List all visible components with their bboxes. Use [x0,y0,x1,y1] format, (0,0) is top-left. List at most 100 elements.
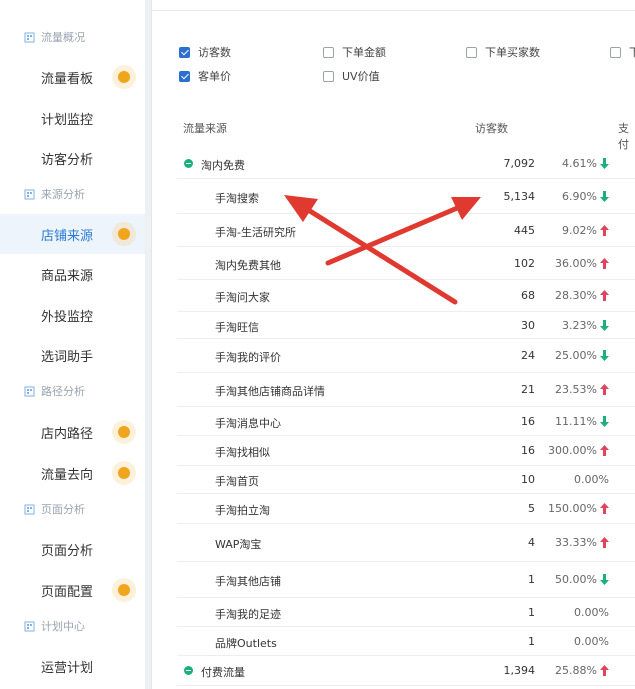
table-row[interactable]: 手淘我的评价 24 25.00% [177,339,635,373]
metric-checkbox-buyers[interactable]: 下单买家数 [466,44,540,60]
visitor-count: 102 [514,257,535,270]
building-icon [24,504,35,515]
visitor-count: 1 [528,606,535,619]
table-group-row[interactable]: 淘内免费 7,092 4.61% [177,149,635,179]
table-row[interactable]: 淘内免费其他 102 36.00% [177,247,635,280]
source-name: 品牌Outlets [215,637,277,650]
trend-up-icon [600,225,609,236]
sidebar-item-page-config[interactable]: 页面配置 [0,570,145,610]
checkbox-label: 下单买家数 [485,46,540,59]
source-name: 淘内免费其他 [215,259,281,272]
table-row[interactable]: 手淘旺信 30 3.23% [177,312,635,339]
checkbox-unchecked[interactable] [323,46,334,58]
visitor-count: 16 [521,444,535,457]
sidebar-section-label: 计划中心 [41,620,85,633]
table-group-row[interactable]: 付费流量 1,394 25.88% [177,656,635,686]
table-row[interactable]: 手淘其他店铺商品详情 21 23.53% [177,373,635,407]
table-row[interactable]: 手淘消息中心 16 11.11% [177,407,635,436]
table-row[interactable]: 品牌Outlets 1 0.00% [177,627,635,656]
trend-up-icon [600,384,609,395]
table-row[interactable]: 手淘-生活研究所 445 9.02% [177,214,635,247]
sidebar-item-traffic-board[interactable]: 流量看板 [0,57,145,97]
sidebar-item-label: 商品来源 [41,268,94,284]
visitor-count: 30 [521,319,535,332]
visitor-count: 445 [514,224,535,237]
table-row[interactable]: 手淘拍立淘 5 150.00% [177,494,635,524]
checkbox-unchecked[interactable] [466,46,477,58]
change-percent: 150.00% [548,502,597,515]
sidebar-item-keyword-helper[interactable]: 选词助手 [0,335,145,375]
trend-up-icon [600,290,609,301]
change-percent: 28.30% [555,289,597,302]
building-icon [24,32,35,43]
change-percent: 0.00% [574,473,609,486]
checkbox-unchecked[interactable] [323,70,334,82]
sidebar-item-label: 店内路径 [41,426,94,442]
checkbox-label: 下单金额 [342,46,386,59]
visitor-count: 16 [521,415,535,428]
checkbox-checked[interactable] [179,70,190,82]
change-percent: 33.33% [555,536,597,549]
metric-checkbox-uv-value[interactable]: UV价值 [323,68,380,84]
sidebar-item-operation-plan[interactable]: 运营计划 [0,646,145,686]
change-percent: 4.61% [562,157,597,170]
column-header-source[interactable]: 流量来源 [183,120,227,136]
checkbox-unchecked[interactable] [610,46,621,58]
sidebar-item-product-source[interactable]: 商品来源 [0,254,145,294]
sidebar-item-label: 页面分析 [41,543,94,559]
source-name: 手淘拍立淘 [215,504,270,517]
metric-checkbox-order-amount[interactable]: 下单金额 [323,44,386,60]
table-row[interactable]: 手淘搜索 5,134 6.90% [177,179,635,214]
sidebar-section-label: 来源分析 [41,188,85,201]
sidebar: 流量概况 来源分析 路径分析 页面分析 计划中心 流量看板 计划监控 访客分析 … [0,0,145,689]
trend-down-icon [600,191,609,202]
sidebar-item-shop-path[interactable]: 店内路径 [0,412,145,452]
metric-checkbox-visitors[interactable]: 访客数 [179,44,231,60]
sidebar-item-label: 计划监控 [41,112,94,128]
source-name: 付费流量 [201,666,245,679]
table-row[interactable]: WAP淘宝 4 33.33% [177,524,635,562]
column-header-visitors[interactable]: 访客数 [475,120,508,136]
change-percent: 6.90% [562,190,597,203]
trend-down-icon [600,574,609,585]
sidebar-item-visitor-analysis[interactable]: 访客分析 [0,138,145,178]
visitor-count: 5 [528,502,535,515]
sidebar-item-label: 流量看板 [41,71,94,87]
table-row[interactable]: 手淘我的足迹 1 0.00% [177,598,635,627]
trend-down-icon [600,416,609,427]
sidebar-item-label: 访客分析 [41,152,94,168]
metric-checkbox-avg-order[interactable]: 客单价 [179,68,231,84]
sidebar-item-shop-source[interactable]: 店铺来源 [0,214,145,254]
sidebar-item-label: 选词助手 [41,349,94,365]
sidebar-item-label: 运营计划 [41,660,94,676]
notification-dot [112,461,136,485]
checkbox-label: UV价值 [342,70,380,83]
visitor-count: 1 [528,635,535,648]
column-header-payment[interactable]: 支付 [618,120,635,152]
sidebar-item-plan-monitor[interactable]: 计划监控 [0,98,145,138]
checkbox-checked[interactable] [179,46,190,58]
trend-down-icon [600,320,609,331]
source-name: 手淘找相似 [215,446,270,459]
table-row[interactable]: 手淘找相似 16 300.00% [177,436,635,466]
change-percent: 50.00% [555,573,597,586]
visitor-count: 68 [521,289,535,302]
collapse-toggle-icon[interactable] [184,666,193,675]
sidebar-item-external-monitor[interactable]: 外投监控 [0,295,145,335]
metric-checkbox-truncated[interactable]: 下 [610,44,635,60]
source-name: 手淘问大家 [215,291,270,304]
table-row[interactable]: 手淘问大家 68 28.30% [177,280,635,312]
sidebar-item-traffic-destination[interactable]: 流量去向 [0,453,145,493]
visitor-count: 5,134 [503,190,536,203]
change-percent: 0.00% [574,606,609,619]
change-percent: 3.23% [562,319,597,332]
table-header: 流量来源 访客数 支付 [152,117,635,151]
visitor-count: 1 [528,573,535,586]
collapse-toggle-icon[interactable] [184,159,193,168]
sidebar-section-path-analysis: 路径分析 [24,381,85,401]
table-row[interactable]: 手淘首页 10 0.00% [177,466,635,494]
trend-down-icon [600,158,609,169]
table-row[interactable]: 手淘其他店铺 1 50.00% [177,562,635,598]
sidebar-item-page-analysis[interactable]: 页面分析 [0,529,145,569]
change-percent: 11.11% [555,415,597,428]
